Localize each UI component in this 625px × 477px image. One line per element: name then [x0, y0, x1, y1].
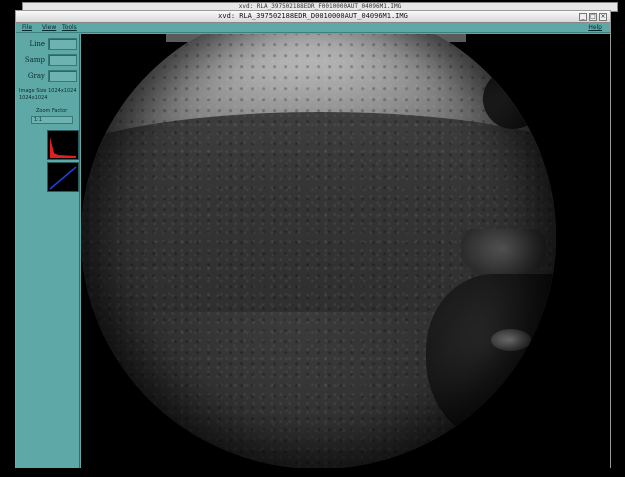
control-panel: Line Samp Gray Image Size 1024x1024 1024…	[16, 34, 80, 468]
image-viewer-window: xvd: RLA_397502188EDR_D0010000AUT_04096M…	[15, 10, 611, 468]
menu-tools[interactable]: Tools	[62, 24, 77, 31]
image-view[interactable]	[81, 34, 610, 468]
maximize-button[interactable]: □	[589, 13, 597, 21]
histogram-curve	[50, 137, 76, 158]
stretch-line	[49, 166, 77, 190]
image-size-value: 1024x1024	[19, 95, 48, 101]
zoom-factor-label: Zoom Factor	[36, 108, 68, 114]
samp-field[interactable]	[48, 54, 77, 66]
gray-field[interactable]	[48, 70, 77, 82]
zoom-factor-value: 1:1	[34, 117, 43, 123]
gray-row: Gray	[20, 70, 77, 82]
line-field[interactable]	[48, 38, 77, 50]
window-controls: _ □ ×	[579, 13, 607, 21]
fisheye-image	[81, 34, 556, 468]
histogram-graphic	[50, 137, 76, 158]
stretch-thumbnail[interactable]	[47, 162, 79, 192]
image-size-label: Image Size 1024x1024	[19, 88, 77, 94]
title-bar[interactable]: xvd: RLA_397502188EDR_D0010000AUT_04096M…	[16, 11, 610, 23]
menu-view[interactable]: View	[42, 24, 56, 31]
zoom-factor-select[interactable]: 1:1	[31, 116, 73, 124]
line-label: Line	[29, 40, 45, 48]
menu-help[interactable]: Help	[588, 24, 602, 31]
close-button[interactable]: ×	[599, 13, 607, 21]
stretch-graphic	[49, 166, 77, 190]
menu-bar: File View Tools Help	[16, 23, 610, 33]
minimize-button[interactable]: _	[579, 13, 587, 21]
menu-file[interactable]: File	[22, 24, 32, 31]
samp-label: Samp	[24, 56, 45, 64]
line-row: Line	[20, 38, 77, 50]
gray-label: Gray	[27, 72, 45, 80]
histogram-thumbnail[interactable]	[47, 130, 79, 160]
window-title: xvd: RLA_397502188EDR_D0010000AUT_04096M…	[218, 12, 408, 20]
samp-row: Samp	[20, 54, 77, 66]
